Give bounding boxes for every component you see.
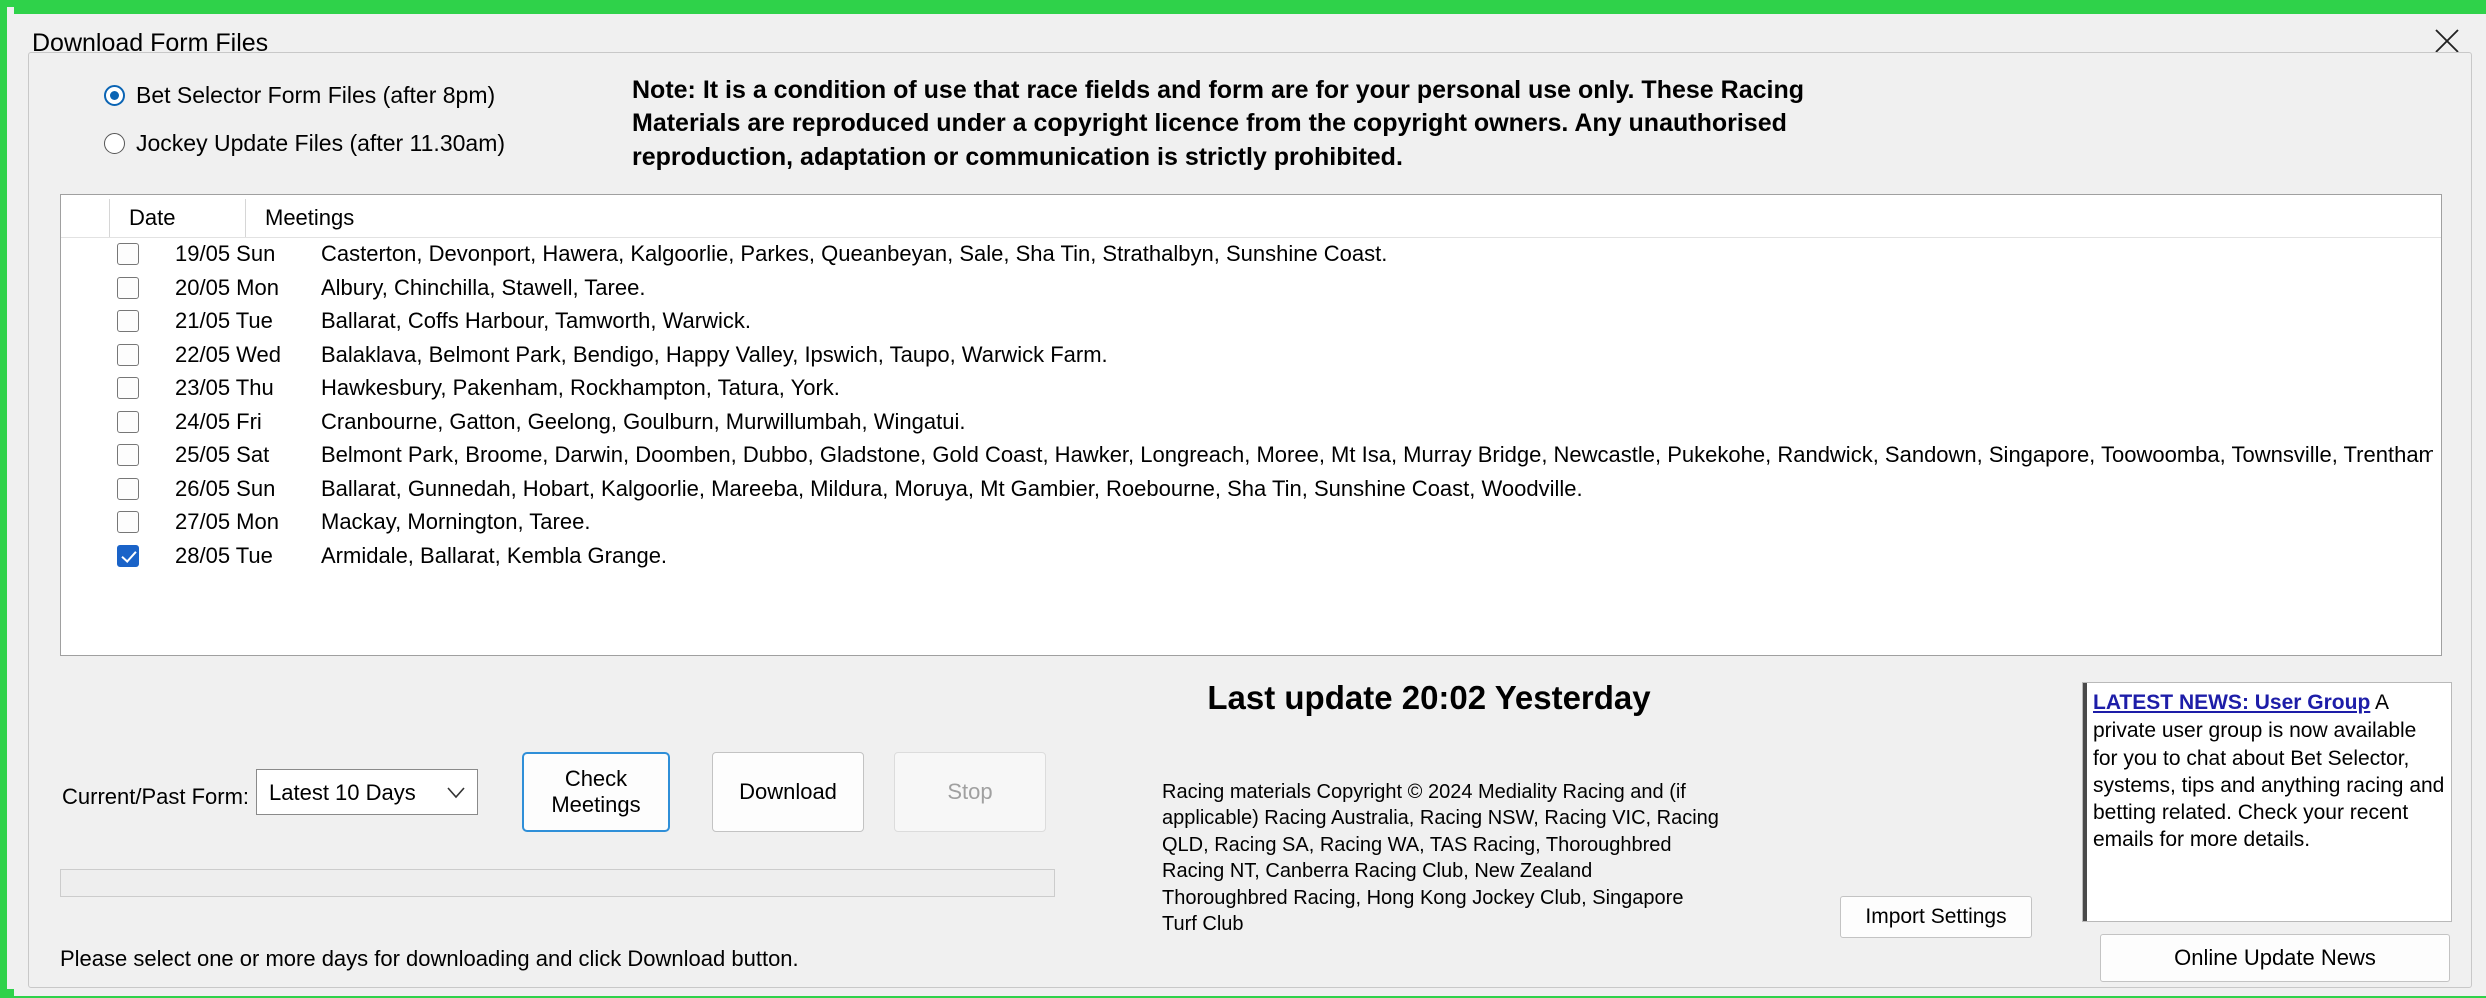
racing-materials-copyright: Racing materials Copyright © 2024 Medial…: [1162, 781, 1719, 935]
radio-jockey-update-label: Jockey Update Files (after 11.30am): [136, 130, 506, 156]
window-top-edge: [14, 7, 2486, 14]
current-past-form-label: Current/Past Form:: [62, 784, 250, 809]
row-checkbox[interactable]: [117, 444, 139, 466]
row-checkbox[interactable]: [117, 477, 139, 500]
news-headline-link[interactable]: LATEST NEWS: User Group: [2093, 689, 2370, 716]
radio-jockey-update-files[interactable]: Jockey Update Files (after 11.30am): [104, 130, 505, 157]
row-meetings: Belmont Park, Broome, Darwin, Doomben, D…: [321, 442, 2433, 467]
table-row[interactable]: 20/05 Mon Albury, Chinchilla, Stawell, Ta…: [61, 272, 2441, 306]
radio-bet-selector-form-files[interactable]: Bet Selector Form Files (after 8pm): [104, 82, 495, 109]
news-accent-bar: [2083, 683, 2087, 921]
check-meetings-line2: Meetings: [551, 792, 641, 817]
meetings-list-header: Date Meetings: [61, 195, 2441, 238]
table-row[interactable]: 22/05 Wed Balaklava, Belmont Park, Bendig…: [61, 339, 2441, 373]
row-meetings: Mackay, Mornington, Taree.: [321, 509, 591, 534]
table-row[interactable]: 23/05 Thu Hawkesbury, Pakenham, Rockhampt…: [61, 372, 2441, 406]
row-date: 23/05 Thu: [175, 375, 274, 400]
radio-unselected-icon: [104, 133, 125, 154]
column-header-meetings[interactable]: Meetings: [265, 205, 354, 231]
table-row[interactable]: 28/05 Tue Armidale, Ballarat, Kembla Gran…: [61, 540, 2441, 574]
stop-button: Stop: [894, 752, 1046, 832]
row-meetings: Hawkesbury, Pakenham, Rockhampton, Tatur…: [321, 375, 840, 400]
last-update-label: Last update 20:02 Yesterday: [1207, 679, 1651, 716]
latest-news-panel: LATEST NEWS: User Group A private user g…: [2082, 682, 2452, 922]
row-meetings: Balaklava, Belmont Park, Bendigo, Happy …: [321, 341, 1108, 367]
row-meetings: Ballarat, Gunnedah, Hobart, Kalgoorlie, …: [321, 475, 1583, 501]
row-date: 22/05 Wed: [175, 341, 282, 367]
row-checkbox[interactable]: [117, 276, 139, 299]
row-checkbox[interactable]: [117, 343, 139, 366]
import-settings-button[interactable]: Import Settings: [1840, 896, 2032, 938]
status-message: Please select one or more days for downl…: [60, 946, 799, 971]
download-progress-bar: [60, 869, 1055, 897]
row-meetings: Armidale, Ballarat, Kembla Grange.: [321, 542, 668, 568]
table-row[interactable]: 26/05 Sun Ballarat, Gunnedah, Hobart, Kal…: [61, 473, 2441, 507]
check-meetings-line1: Check: [564, 766, 628, 792]
row-meetings: Casterton, Devonport, Hawera, Kalgoorlie…: [321, 241, 1388, 266]
row-date: 27/05 Mon: [175, 509, 279, 534]
check-meetings-button[interactable]: Check Meetings: [522, 752, 670, 832]
row-checkbox[interactable]: [117, 310, 139, 332]
table-row[interactable]: 25/05 Sat Belmont Park, Broome, Darwin, D…: [61, 439, 2441, 473]
table-row[interactable]: 27/05 Mon Mackay, Mornington, Taree.: [61, 506, 2441, 540]
row-checkbox[interactable]: [117, 410, 139, 433]
current-past-form-value: Latest 10 Days: [269, 780, 416, 805]
online-update-news-button[interactable]: Online Update News: [2100, 934, 2450, 982]
chevron-down-icon: [447, 786, 465, 804]
radio-bet-selector-label: Bet Selector Form Files (after 8pm): [136, 82, 496, 108]
application-window: Download Form Files Bet Selector Form Fi…: [0, 0, 2486, 998]
meetings-list[interactable]: Date Meetings 19/05 Sun Casterton, Devonp…: [60, 194, 2442, 656]
current-past-form-select[interactable]: Latest 10 Days: [256, 769, 478, 815]
row-meetings: Albury, Chinchilla, Stawell, Taree.: [321, 274, 646, 300]
row-date: 19/05 Sun: [175, 241, 276, 266]
header-separator: [245, 199, 246, 237]
table-row[interactable]: 19/05 Sun Casterton, Devonport, Hawera, K…: [61, 238, 2441, 272]
row-checkbox[interactable]: [117, 377, 139, 399]
table-row[interactable]: 21/05 Tue Ballarat, Coffs Harbour, Tamwor…: [61, 305, 2441, 339]
row-date: 24/05 Fri: [175, 408, 262, 434]
header-separator: [109, 199, 110, 237]
meetings-list-rows: 19/05 Sun Casterton, Devonport, Hawera, K…: [61, 238, 2441, 573]
row-date: 21/05 Tue: [175, 308, 273, 333]
news-content: LATEST NEWS: User Group A private user g…: [2093, 689, 2445, 854]
row-date: 25/05 Sat: [175, 442, 270, 467]
row-checkbox[interactable]: [117, 243, 139, 265]
download-button[interactable]: Download: [712, 752, 864, 832]
row-checkbox-checked[interactable]: [117, 544, 139, 567]
download-form-files-dialog: Download Form Files Bet Selector Form Fi…: [14, 14, 2486, 996]
row-date: 20/05 Mon: [175, 274, 279, 300]
table-row[interactable]: 24/05 Fri Cranbourne, Gatton, Geelong, Go…: [61, 406, 2441, 440]
radio-selected-icon: [104, 85, 125, 106]
row-date: 28/05 Tue: [175, 542, 273, 568]
row-meetings: Ballarat, Coffs Harbour, Tamworth, Warwi…: [321, 308, 751, 333]
copyright-note: Note: It is a condition of use that race…: [632, 76, 1804, 171]
column-header-date[interactable]: Date: [129, 205, 175, 231]
row-checkbox[interactable]: [117, 511, 139, 533]
row-meetings: Cranbourne, Gatton, Geelong, Goulburn, M…: [321, 408, 966, 434]
row-date: 26/05 Sun: [175, 475, 276, 501]
